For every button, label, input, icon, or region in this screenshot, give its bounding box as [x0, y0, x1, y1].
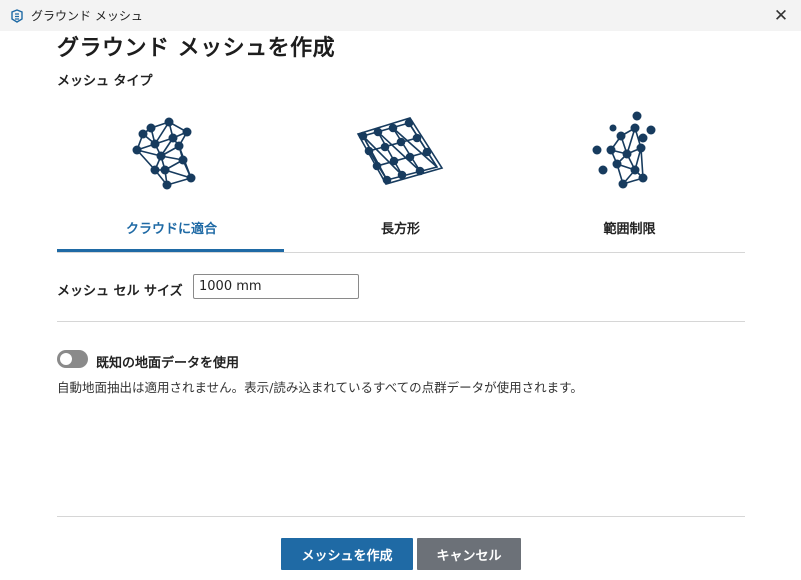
- create-mesh-button[interactable]: メッシュを作成: [281, 538, 413, 570]
- mesh-type-rectangle-label: 長方形: [380, 222, 420, 237]
- mesh-type-fit-to-cloud-label: クラウドに適合: [125, 222, 217, 237]
- bounded-mesh-icon: [592, 111, 656, 189]
- close-button[interactable]: ✕: [761, 0, 801, 31]
- known-ground-label: 既知の地面データを使用: [96, 356, 240, 371]
- fit-to-cloud-mesh-icon: [132, 117, 196, 190]
- close-icon: ✕: [773, 5, 789, 26]
- mesh-type-selector: クラウドに適合 長方形 範囲制限: [57, 100, 745, 252]
- divider: [57, 321, 745, 322]
- mesh-type-bounded[interactable]: 範囲制限: [515, 100, 744, 252]
- toggle-knob: [60, 353, 72, 365]
- divider: [57, 516, 745, 517]
- window-title: グラウンド メッシュ: [31, 9, 143, 23]
- known-ground-toggle[interactable]: [57, 350, 88, 368]
- cell-size-label: メッシュ セル サイズ: [57, 284, 183, 299]
- known-ground-description: 自動地面抽出は適用されません。表示/読み込まれているすべての点群データが使用され…: [57, 380, 583, 395]
- mesh-type-label: メッシュ タイプ: [57, 74, 153, 89]
- rectangle-mesh-icon: [356, 117, 444, 185]
- divider: [57, 252, 745, 253]
- sketchup-app-icon: [11, 8, 23, 23]
- cancel-button[interactable]: キャンセル: [417, 538, 521, 570]
- mesh-type-rectangle[interactable]: 長方形: [286, 100, 515, 252]
- cell-size-input[interactable]: [193, 274, 359, 299]
- dialog-title: グラウンド メッシュを作成: [57, 36, 336, 61]
- title-bar: グラウンド メッシュ ✕: [0, 0, 801, 31]
- mesh-type-fit-to-cloud[interactable]: クラウドに適合: [57, 100, 286, 252]
- mesh-type-bounded-label: 範囲制限: [603, 222, 656, 237]
